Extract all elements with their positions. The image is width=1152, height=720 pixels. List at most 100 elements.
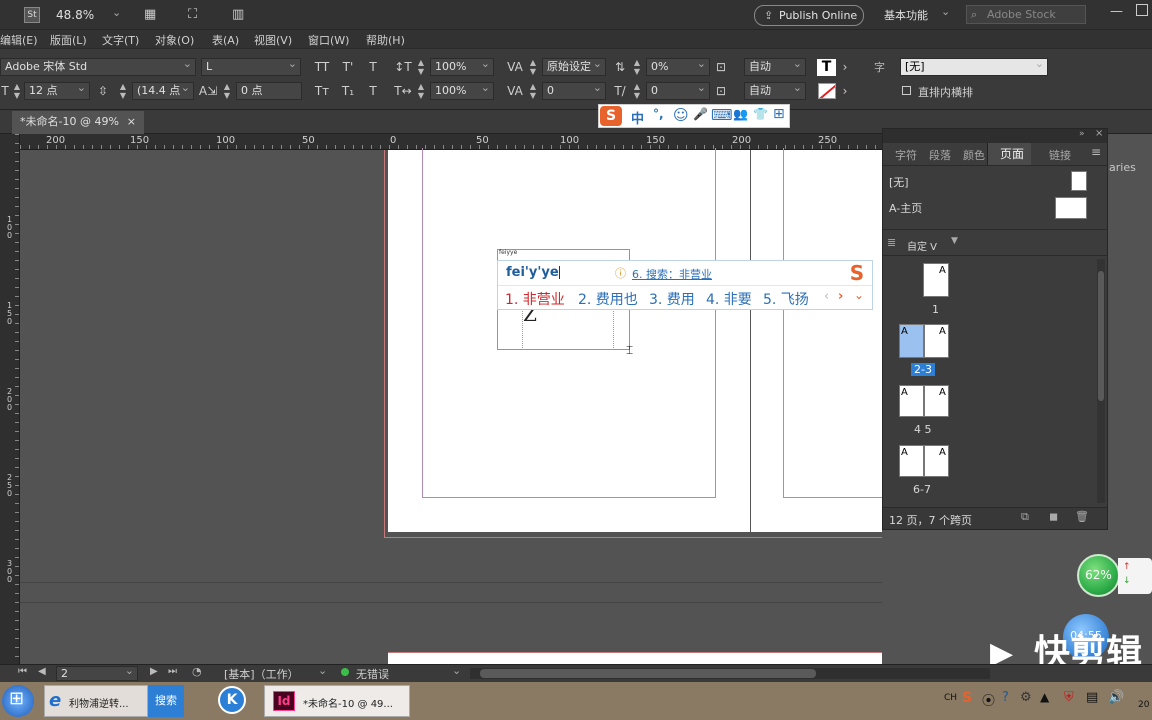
tray-gear-icon[interactable]: ⚙ bbox=[1020, 690, 1032, 705]
ime-keyboard-icon[interactable]: ⌨ bbox=[711, 106, 733, 124]
ime-punctuation-icon[interactable]: °, bbox=[653, 107, 664, 121]
skew-icon[interactable]: T/ bbox=[610, 82, 630, 100]
tracking-value-stepper[interactable]: ▲ ▼ bbox=[528, 82, 538, 100]
all-caps-icon[interactable]: TT bbox=[312, 58, 332, 76]
document-tab[interactable]: *未命名-10 @ 49% × bbox=[12, 111, 144, 134]
horizontal-scrollbar[interactable] bbox=[470, 668, 990, 679]
cpu-gauge[interactable]: 62% bbox=[1077, 554, 1120, 597]
last-page-icon[interactable]: ⏭ bbox=[168, 666, 177, 677]
char-style-t-button[interactable]: T bbox=[817, 59, 836, 76]
workspace-dropdown-icon[interactable]: ⌄ bbox=[941, 5, 950, 18]
font-size-field[interactable]: 12 点 bbox=[24, 82, 90, 100]
taskbar-search-button[interactable]: 搜索 bbox=[148, 685, 184, 717]
horizontal-scale-field[interactable]: 100% bbox=[430, 82, 494, 100]
panel-scrollbar[interactable] bbox=[1097, 259, 1105, 503]
tab-close-icon[interactable]: × bbox=[127, 111, 136, 133]
kerning-field[interactable]: 0 点 bbox=[236, 82, 302, 100]
tray-security-icon[interactable]: ⛨ bbox=[1064, 690, 1074, 705]
tray-lang[interactable]: CH bbox=[944, 693, 957, 703]
kerning-icon[interactable]: A⇲ bbox=[198, 82, 218, 100]
maximize-button[interactable] bbox=[1136, 4, 1148, 16]
ime-search-suggestion[interactable]: 6. 搜索：非营业 bbox=[632, 266, 712, 282]
view-options-icon[interactable]: ▦ bbox=[144, 7, 156, 22]
underline-icon[interactable]: T bbox=[364, 58, 382, 76]
panel-close-icon[interactable]: × bbox=[1095, 128, 1103, 139]
horizontal-scale-icon[interactable]: T↔ bbox=[392, 82, 414, 100]
page-view-dropdown-icon[interactable]: ▼ bbox=[951, 236, 958, 246]
baseline-stepper[interactable]: ▲ ▼ bbox=[632, 58, 642, 76]
ime-prev-page-icon[interactable]: ‹ bbox=[824, 289, 829, 304]
stock-search-input[interactable]: ⌕ Adobe Stock bbox=[966, 5, 1086, 24]
ime-candidate-window[interactable]: fei'y'ye ⓘ 6. 搜索：非营业 S 1. 非营业 2. 费用也 3. … bbox=[497, 260, 873, 310]
ime-emoji-icon[interactable]: ☺ bbox=[673, 106, 689, 124]
tray-network-icon[interactable]: ▤ bbox=[1086, 690, 1098, 705]
zoom-dropdown-icon[interactable]: ⌄ bbox=[112, 6, 121, 19]
menu-view[interactable]: 视图(V) bbox=[254, 32, 292, 48]
font-family-field[interactable]: Adobe 宋体 Std bbox=[0, 58, 196, 76]
kerning-stepper[interactable]: ▲ ▼ bbox=[222, 82, 232, 100]
first-page-icon[interactable]: ⏮ bbox=[18, 666, 27, 677]
panel-scroll-thumb[interactable] bbox=[1098, 271, 1104, 401]
baseline-percent-field[interactable]: 0% bbox=[646, 58, 710, 76]
auto-field-1[interactable]: 自动 bbox=[744, 58, 806, 76]
taskbar-item-indesign[interactable]: Id *未命名-10 @ 49... bbox=[264, 685, 410, 717]
tracking-stepper[interactable]: ▲ ▼ bbox=[528, 58, 538, 76]
skew-field[interactable]: 0 bbox=[646, 82, 710, 100]
panel-tab-color[interactable]: 颜色 bbox=[963, 147, 985, 163]
panel-tab-character[interactable]: 字符 bbox=[895, 147, 917, 163]
preflight-profile[interactable]: [基本]（工作） bbox=[224, 666, 299, 682]
page-thumb-5[interactable]: A bbox=[924, 385, 949, 417]
leading-stepper[interactable]: ▲ ▼ bbox=[118, 82, 128, 100]
ime-logo-icon[interactable]: S bbox=[600, 106, 622, 126]
tracking-value-field[interactable]: 0 bbox=[542, 82, 606, 100]
errors-dropdown-icon[interactable]: ⌄ bbox=[452, 664, 461, 677]
ime-users-icon[interactable]: 👥 bbox=[733, 107, 748, 121]
font-size-icon[interactable]: T bbox=[0, 82, 10, 100]
screen-mode-icon[interactable]: ⛶ bbox=[188, 7, 197, 22]
page-thumb-7[interactable]: A bbox=[924, 445, 949, 477]
skew-stepper[interactable]: ▲ ▼ bbox=[632, 82, 642, 100]
panel-menu-arrow-2-icon[interactable]: › bbox=[838, 82, 852, 100]
menu-object[interactable]: 对象(O) bbox=[155, 32, 194, 48]
auto-field-2[interactable]: 自动 bbox=[744, 82, 806, 100]
master-none-thumb[interactable] bbox=[1071, 171, 1087, 191]
menu-table[interactable]: 表(A) bbox=[212, 32, 239, 48]
pasteboard[interactable]: feiyye Z ⌶ bbox=[20, 148, 893, 664]
panel-options-icon[interactable]: ≣ bbox=[887, 236, 896, 249]
ime-candidate-5[interactable]: 5. 飞扬 bbox=[763, 289, 809, 309]
master-a-label[interactable]: A-主页 bbox=[889, 200, 922, 216]
zoom-level[interactable]: 48.8% bbox=[56, 8, 94, 22]
panel-tab-paragraph[interactable]: 段落 bbox=[929, 147, 951, 163]
page-thumb-4[interactable]: A bbox=[899, 385, 924, 417]
page-thumb-3[interactable]: A bbox=[924, 324, 949, 358]
leading-icon[interactable]: ⇳ bbox=[94, 82, 112, 100]
char-style-field[interactable]: [无] bbox=[900, 58, 1048, 76]
vertical-scale-field[interactable]: 100% bbox=[430, 58, 494, 76]
tray-help-icon[interactable]: ? bbox=[1002, 690, 1009, 705]
vertical-ruler[interactable]: 1 0 0 1 5 0 2 0 0 2 5 0 3 0 0 bbox=[0, 134, 20, 664]
ime-next-page-icon[interactable]: › bbox=[838, 289, 843, 304]
font-size-stepper[interactable]: ▲ ▼ bbox=[12, 82, 22, 100]
preflight-dropdown-icon[interactable]: ⌄ bbox=[318, 664, 327, 677]
tray-wechat-icon[interactable]: ⦿ bbox=[982, 690, 995, 709]
ime-expand-icon[interactable]: ⌄ bbox=[854, 288, 864, 302]
auto-size-2-icon[interactable]: ⊡ bbox=[714, 82, 728, 100]
delete-page-icon[interactable]: 🗑 bbox=[1075, 510, 1089, 523]
subscript-icon[interactable]: T₁ bbox=[338, 82, 358, 100]
k-app-icon[interactable]: K bbox=[218, 686, 246, 714]
ime-candidate-2[interactable]: 2. 费用也 bbox=[578, 289, 638, 309]
menu-type[interactable]: 文字(T) bbox=[102, 32, 139, 48]
tracking-mode-field[interactable]: 原始设定 bbox=[542, 58, 606, 76]
st-badge[interactable]: St bbox=[24, 7, 40, 23]
ime-candidate-4[interactable]: 4. 非要 bbox=[706, 289, 752, 309]
prev-page-icon[interactable]: ◀ bbox=[38, 666, 46, 677]
panel-tab-pages[interactable]: 页面 bbox=[987, 143, 1031, 165]
page-thumb-1[interactable]: A bbox=[923, 263, 949, 297]
panel-menu-arrow-icon[interactable]: › bbox=[838, 58, 852, 76]
ime-toolbox-icon[interactable]: ⊞ bbox=[773, 106, 785, 122]
tracking-icon[interactable]: VA bbox=[504, 58, 526, 76]
panel-menu-icon[interactable]: ≡ bbox=[1091, 145, 1101, 159]
page-number-field[interactable]: 2 bbox=[56, 666, 138, 681]
page-size-icon[interactable]: ⧉ bbox=[1021, 510, 1029, 524]
ime-candidate-3[interactable]: 3. 费用 bbox=[649, 289, 695, 309]
